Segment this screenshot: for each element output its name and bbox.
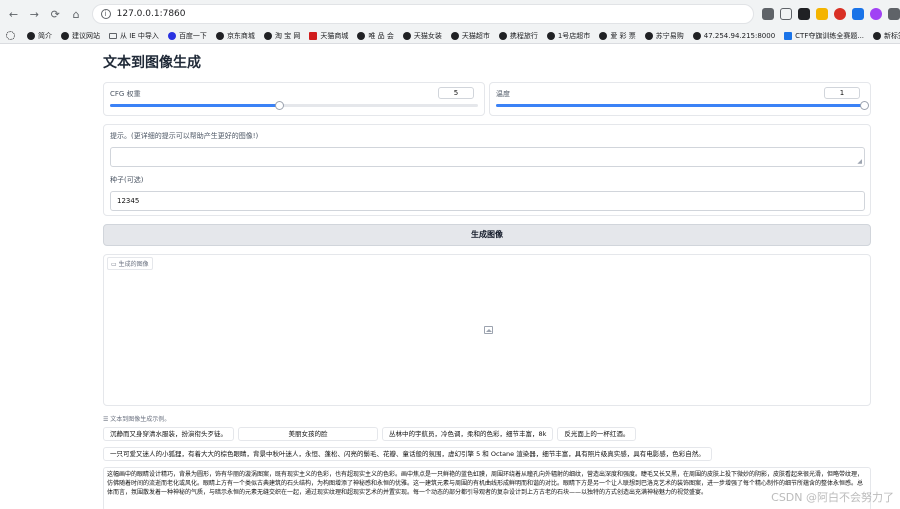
home-icon[interactable]: ⌂: [69, 6, 84, 22]
bookmark-item[interactable]: CTF夺旗训练全赛题...: [784, 31, 864, 41]
examples-label: ☰ 文本到图像生成示例。: [103, 416, 171, 423]
globe-icon: [599, 31, 608, 40]
page-title: 文本到图像生成: [103, 55, 201, 71]
globe-icon: [357, 31, 366, 40]
bookmark-item[interactable]: 携程旅行: [498, 31, 538, 41]
cfg-slider-thumb[interactable]: [275, 101, 285, 110]
bookmarks-bar: 简介 建议网站 从 IE 中导入 百度一下 京东商城 淘 宝 网 天猫商城 唯 …: [0, 28, 900, 44]
back-icon[interactable]: ←: [6, 6, 21, 22]
star-icon[interactable]: [779, 8, 792, 20]
watermark: CSDN @阿白不会努力了: [771, 491, 894, 504]
bookmark-item[interactable]: 苏宁易购: [644, 31, 684, 41]
calendar-icon: [784, 31, 793, 40]
example-item[interactable]: 反光面上的一杯红酒。: [557, 427, 637, 441]
bookmark-item[interactable]: 淘 宝 网: [263, 31, 300, 41]
examples-row: 一只可爱又迷人的小狐狸，有着大大的棕色眼睛，背景中秋叶迷人，永恒、蓬松、闪亮的鬃…: [103, 447, 871, 461]
bookmark-item[interactable]: 天猫商城: [309, 31, 348, 41]
prompt-label: 提示。(更详细的提示可以帮助产生更好的图像!): [110, 132, 259, 140]
globe-icon: [263, 31, 272, 40]
prompt-textarea[interactable]: ◢: [110, 147, 865, 167]
prompt-card: 提示。(更详细的提示可以帮助产生更好的图像!) ◢ 种子(可选) 12345: [103, 124, 871, 216]
folder-icon[interactable]: [815, 8, 828, 20]
cfg-slider-card: CFG 权重 5: [103, 82, 485, 116]
bookmark-item[interactable]: 简介: [27, 31, 52, 41]
globe-icon: [61, 31, 69, 40]
globe-icon: [402, 31, 411, 40]
temperature-slider-thumb[interactable]: [860, 101, 869, 110]
folder-icon: [109, 32, 117, 39]
reload-icon[interactable]: ⟳: [48, 6, 63, 22]
bookmark-item[interactable]: 1号店超市: [546, 31, 590, 41]
tmall-icon: [309, 31, 318, 40]
app-container: 文本到图像生成 CFG 权重 5 温度 1 提示。(更详细的提示可以帮助产生更好…: [103, 44, 871, 509]
cfg-label: CFG 权重: [110, 90, 141, 98]
temperature-slider[interactable]: [496, 101, 869, 110]
cfg-slider[interactable]: [110, 101, 478, 110]
globe-icon: [546, 31, 555, 40]
url-text: 127.0.0.1:7860: [116, 9, 186, 19]
bookmark-item[interactable]: 天猫超市: [450, 31, 490, 41]
temperature-label: 温度: [496, 90, 510, 98]
image-small-icon: ▭: [111, 261, 119, 268]
globe-icon: [215, 31, 224, 40]
examples-list: 沉静而又身穿清水服装，扮演衔头歹徒。 美丽女孩的脸 丛林中的宇航员，冷色调，柔和…: [103, 427, 871, 509]
bookmark-item[interactable]: 爱 彩 票: [599, 31, 636, 41]
globe-icon: [27, 31, 35, 40]
cfg-slider-fill: [110, 104, 280, 107]
example-item[interactable]: 沉静而又身穿清水服装，扮演衔头歹徒。: [103, 427, 234, 441]
profile-icon[interactable]: [851, 8, 864, 20]
globe-icon: [644, 31, 653, 40]
browser-toolbar: ← → ⟳ ⌂ i 127.0.0.1:7860: [0, 0, 900, 28]
apps-icon[interactable]: [6, 31, 18, 40]
example-item[interactable]: 丛林中的宇航员，冷色调，柔和的色彩，细节丰富，8k: [382, 427, 554, 441]
globe-icon: [450, 31, 459, 40]
examples-row: 沉静而又身穿清水服装，扮演衔头歹徒。 美丽女孩的脸 丛林中的宇航员，冷色调，柔和…: [103, 427, 871, 441]
temperature-slider-fill: [496, 104, 864, 107]
bookmark-item[interactable]: 从 IE 中导入: [109, 31, 159, 41]
globe-icon: [692, 31, 701, 40]
generate-button[interactable]: 生成图像: [103, 224, 871, 246]
bookmark-item[interactable]: 建议网站: [61, 31, 100, 41]
user-icon[interactable]: [869, 8, 882, 20]
bookmark-item[interactable]: 天猫女装: [402, 31, 442, 41]
image-label: ▭ 生成的图像: [107, 257, 153, 270]
cfg-number-input[interactable]: 5: [438, 87, 474, 99]
address-bar[interactable]: i 127.0.0.1:7860: [91, 4, 754, 24]
temperature-slider-card: 温度 1: [489, 82, 871, 116]
resize-handle-icon[interactable]: ◢: [857, 158, 862, 165]
baidu-icon: [167, 31, 176, 40]
slider-row: CFG 权重 5 温度 1: [103, 82, 871, 116]
extension-icon[interactable]: [797, 8, 810, 20]
adblock-icon[interactable]: [833, 8, 846, 20]
globe-icon: [873, 31, 882, 40]
bookmark-item[interactable]: 百度一下: [167, 31, 207, 41]
temperature-number-input[interactable]: 1: [824, 87, 860, 99]
forward-icon[interactable]: →: [27, 6, 42, 22]
output-image-panel: ▭ 生成的图像: [103, 254, 871, 406]
seed-input[interactable]: 12345: [110, 191, 865, 211]
example-item[interactable]: 一只可爱又迷人的小狐狸，有着大大的棕色眼睛，背景中秋叶迷人，永恒、蓬松、闪亮的鬃…: [103, 447, 712, 461]
example-item[interactable]: 这幅画中的眼睛设计精巧，背景为圆形，饰有华丽的漩涡图案，既有现实主义的色彩，也有…: [103, 467, 871, 509]
bookmark-item[interactable]: 新标签页: [873, 31, 900, 41]
extension-area: [761, 8, 900, 20]
puzzle-icon[interactable]: [887, 8, 900, 20]
bookmark-item[interactable]: 唯 品 会: [357, 31, 394, 41]
seed-label: 种子(可选): [110, 176, 144, 184]
globe-icon: [498, 31, 507, 40]
bookmark-item[interactable]: 47.254.94.215:8000: [692, 31, 775, 40]
bookmark-item[interactable]: 京东商城: [215, 31, 255, 41]
info-icon[interactable]: i: [100, 9, 111, 19]
example-item[interactable]: 美丽女孩的脸: [238, 427, 378, 441]
translate-icon[interactable]: [761, 8, 774, 20]
image-placeholder-icon: [484, 326, 493, 334]
